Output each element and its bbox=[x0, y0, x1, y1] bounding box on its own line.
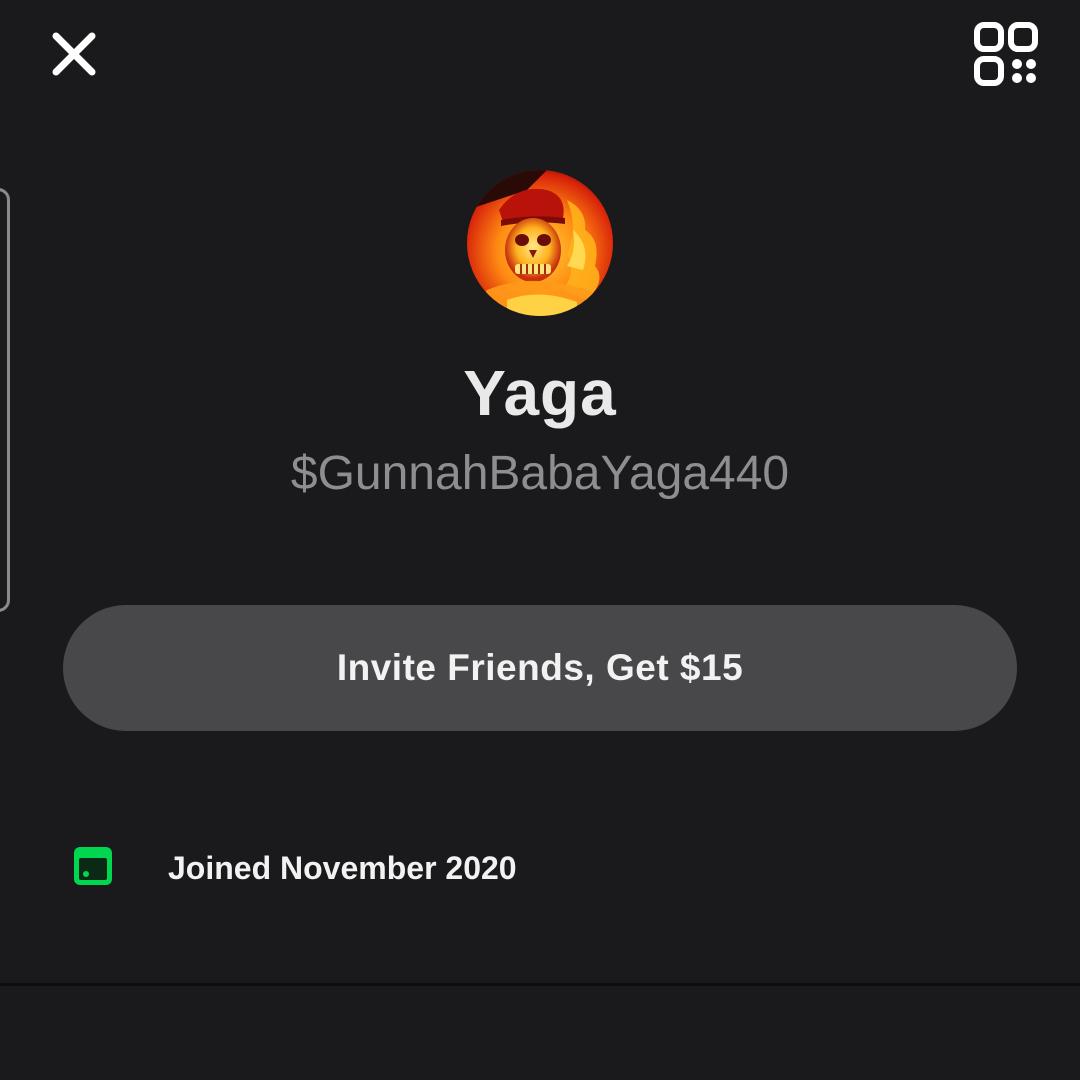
joined-date: Joined November 2020 bbox=[168, 850, 517, 886]
qr-code-icon bbox=[974, 22, 1038, 86]
profile-screen: Yaga $GunnahBabaYaga440 Invite Friends, … bbox=[0, 0, 1080, 1080]
invite-friends-label: Invite Friends, Get $15 bbox=[336, 647, 744, 688]
close-icon bbox=[52, 32, 96, 76]
invite-friends-button[interactable]: Invite Friends, Get $15 bbox=[63, 605, 1017, 731]
avatar[interactable] bbox=[467, 170, 613, 316]
display-name: Yaga bbox=[463, 357, 617, 429]
close-button[interactable] bbox=[44, 24, 104, 84]
joined-info-row: Joined November 2020 bbox=[0, 840, 1080, 900]
calendar-icon bbox=[74, 847, 112, 885]
avatar-image bbox=[467, 170, 613, 316]
cashtag: $GunnahBabaYaga440 bbox=[290, 447, 790, 500]
section-divider bbox=[0, 983, 1080, 986]
qr-code-button[interactable] bbox=[970, 18, 1042, 90]
